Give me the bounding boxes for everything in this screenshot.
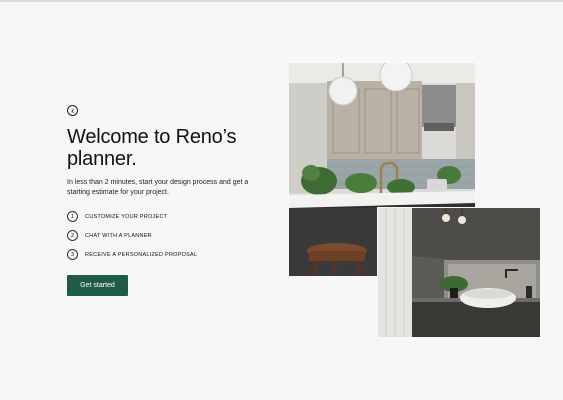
step-number: 1 xyxy=(67,211,78,222)
step-item: 3 RECEIVE A PERSONALIZED PROPOSAL xyxy=(67,248,197,261)
step-number: 2 xyxy=(67,230,78,241)
step-item: 1 CUSTOMIZE YOUR PROJECT xyxy=(67,210,167,223)
get-started-button[interactable]: Get started xyxy=(67,275,128,296)
back-button[interactable] xyxy=(67,105,78,116)
bathroom-photo xyxy=(377,207,541,338)
page-title: Welcome to Reno’s planner. xyxy=(67,126,237,170)
window-top-border xyxy=(0,0,563,2)
step-label: CUSTOMIZE YOUR PROJECT xyxy=(85,213,168,220)
step-number: 3 xyxy=(67,249,78,260)
step-item: 2 CHAT WITH A PLANNER xyxy=(67,229,152,242)
step-label: CHAT WITH A PLANNER xyxy=(85,232,152,239)
page-description: In less than 2 minutes, start your desig… xyxy=(67,179,249,196)
step-label: RECEIVE A PERSONALIZED PROPOSAL xyxy=(85,251,198,258)
back-arrow-icon xyxy=(70,108,74,113)
